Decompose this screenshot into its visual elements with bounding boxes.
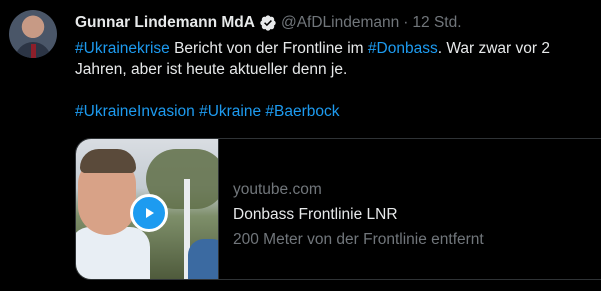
card-title[interactable]: Donbass Frontlinie LNR — [233, 202, 601, 227]
hashtag-line: #UkraineInvasion #Ukraine #Baerbock — [75, 101, 595, 122]
link-preview-card[interactable]: youtube.com Donbass Frontlinie LNR 200 M… — [75, 138, 601, 280]
hashtag-link[interactable]: #Ukraine — [199, 103, 261, 120]
avatar-tie — [31, 44, 36, 58]
tweet-text-segment: Bericht von der Frontline im — [169, 40, 368, 57]
video-thumbnail[interactable] — [76, 139, 219, 279]
avatar[interactable] — [9, 10, 57, 58]
tweet-text-line-1: #Ukrainekrise Bericht von der Frontline … — [75, 38, 595, 59]
separator-dot: · — [403, 14, 409, 31]
thumbnail-shirt — [76, 227, 150, 279]
tweet-text-line-2: Jahren, aber ist heute aktueller denn je… — [75, 61, 348, 78]
verified-badge-icon — [259, 14, 277, 32]
tweet-text-segment: . War zwar vor 2 — [437, 40, 550, 57]
author-handle[interactable]: @AfDLindemann — [281, 14, 399, 32]
author-name[interactable]: Gunnar Lindemann MdA — [75, 14, 255, 32]
card-domain: youtube.com — [233, 181, 322, 198]
card-description: 200 Meter von der Frontlinie entfernt — [233, 231, 484, 248]
tweet-header: Gunnar Lindemann MdA @AfDLindemann · 12 … — [75, 12, 462, 34]
thumbnail-hair — [80, 149, 136, 173]
tweet[interactable]: Gunnar Lindemann MdA @AfDLindemann · 12 … — [0, 0, 601, 291]
play-icon[interactable] — [130, 194, 168, 232]
timestamp[interactable]: 12 Std. — [412, 14, 461, 32]
hashtag-link[interactable]: #Ukrainekrise — [75, 40, 170, 57]
hashtag-link[interactable]: #Donbass — [368, 40, 438, 57]
hashtag-link[interactable]: #Baerbock — [265, 103, 339, 120]
hashtag-link[interactable]: #UkraineInvasion — [75, 103, 195, 120]
card-meta: youtube.com Donbass Frontlinie LNR 200 M… — [233, 177, 601, 252]
thumbnail-bystander — [188, 239, 218, 279]
tweet-text: #Ukrainekrise Bericht von der Frontline … — [75, 38, 595, 122]
